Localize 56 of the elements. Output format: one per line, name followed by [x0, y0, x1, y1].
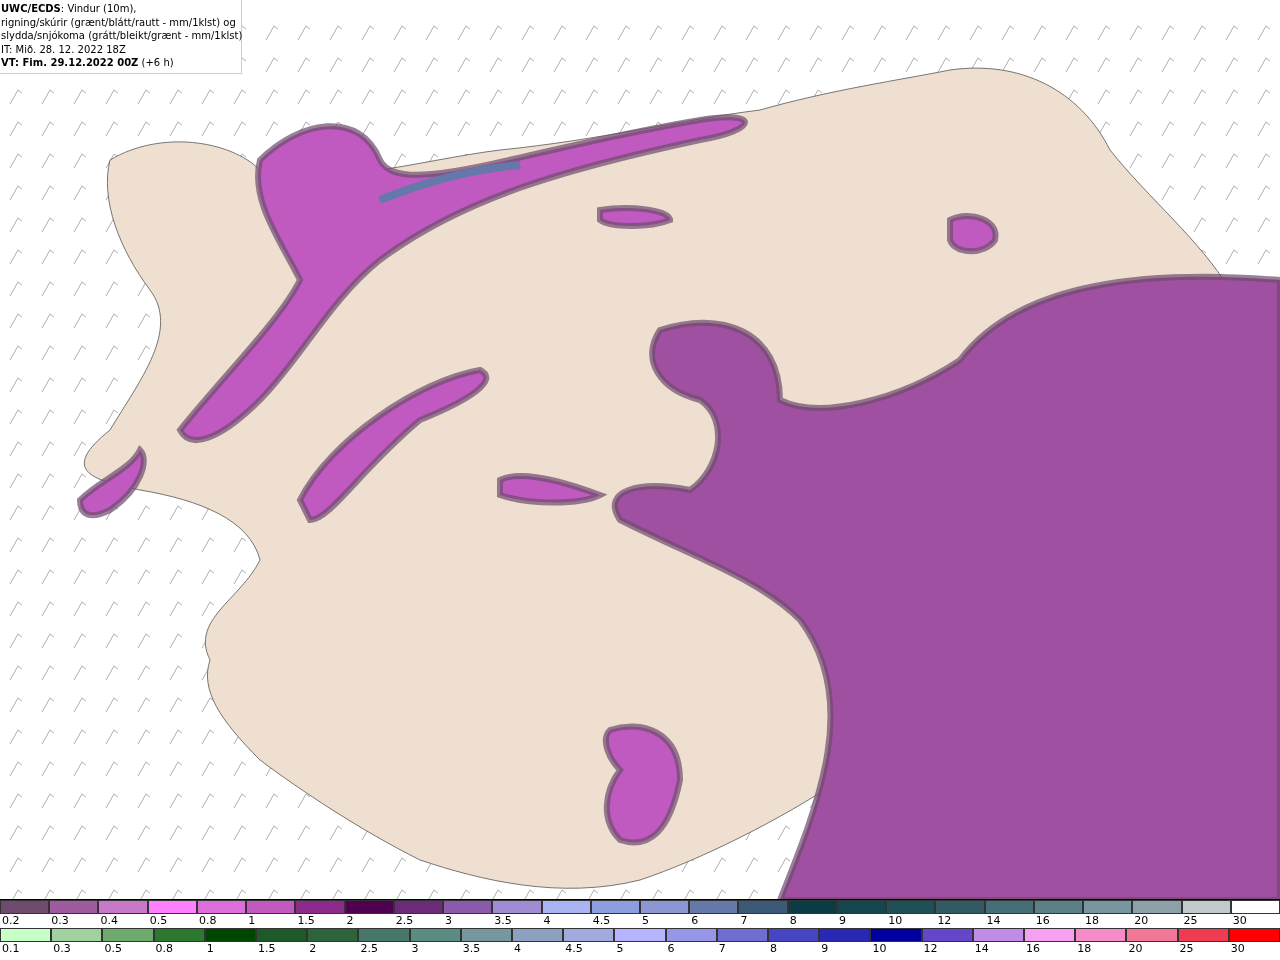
legend-label: 5: [615, 942, 624, 957]
legend-label: 12: [936, 914, 952, 929]
legend-label: 25: [1178, 942, 1194, 957]
legend-label: 1: [247, 914, 256, 929]
legend-label: 0.1: [1, 942, 20, 957]
legend-label: 0.8: [154, 942, 174, 957]
legend-label: 5: [641, 914, 649, 929]
legend-label: 1: [205, 942, 214, 957]
legend-label: 2: [345, 914, 354, 929]
legend-label: 14: [973, 942, 989, 957]
map-title-line: rigning/skúrir (grænt/blátt/rautt - mm/1klst) og: [1, 15, 237, 29]
legend-label: 2.5: [394, 914, 414, 929]
map-title-line: IT: Mið. 28. 12. 2022 18Z: [1, 42, 127, 56]
legend-label: 8: [769, 942, 777, 957]
legend-label: 3.5: [493, 914, 512, 929]
legend-label: 1.5: [296, 914, 315, 929]
legend-label: 10: [871, 942, 887, 957]
legend-label: 8: [788, 914, 797, 929]
legend-label: 18: [1076, 942, 1092, 957]
legend-label: 10: [887, 914, 903, 929]
legend-label: 16: [1025, 942, 1040, 957]
legend-label: 0.4: [99, 914, 118, 929]
legend-label: 0.2: [1, 914, 20, 929]
legend-label: 16: [1034, 914, 1050, 929]
map-title-line: UWC/ECDS: Vindur (10m),: [1, 2, 138, 16]
legend-label: 25: [1182, 914, 1198, 929]
legend-label: 30: [1231, 914, 1247, 929]
legend-label: 2.5: [359, 942, 378, 957]
legend-label: 9: [820, 942, 829, 957]
legend-label: 3: [410, 942, 419, 957]
legend-label: 0.8: [197, 914, 217, 929]
legend-label: 6: [690, 914, 699, 929]
legend-label: 7: [717, 942, 726, 957]
legend-label: 2: [308, 942, 317, 957]
legend-label: 4.5: [591, 914, 611, 929]
legend-label: 1.5: [257, 942, 276, 957]
legend-label: 9: [837, 914, 846, 929]
legend-label: 20: [1133, 914, 1149, 929]
map-title-line: slydda/snjókoma (grátt/bleikt/grænt - mm/1klst): [1, 29, 241, 43]
legend-label: 20: [1127, 942, 1143, 957]
legend-label: 0.3: [52, 942, 71, 957]
map-title-line: VT: Fim. 29.12.2022 00Z (+6 h): [1, 56, 175, 70]
legend-label: 3.5: [461, 942, 481, 957]
legend-label: 6: [666, 942, 675, 957]
legend-label: 4: [542, 914, 551, 929]
legend-label: 0.5: [103, 942, 122, 957]
legend-label: 3: [444, 914, 453, 929]
legend-label: 4: [513, 942, 521, 957]
legend-label: 7: [739, 914, 748, 929]
legend-label: 30: [1229, 942, 1245, 957]
legend-label: 4.5: [564, 942, 583, 957]
legend-label: 14: [985, 914, 1001, 929]
legend-label: 0.5: [148, 914, 168, 929]
legend-label: 0.3: [50, 914, 69, 929]
legend-label: 12: [922, 942, 938, 957]
legend-label: 18: [1084, 914, 1100, 929]
